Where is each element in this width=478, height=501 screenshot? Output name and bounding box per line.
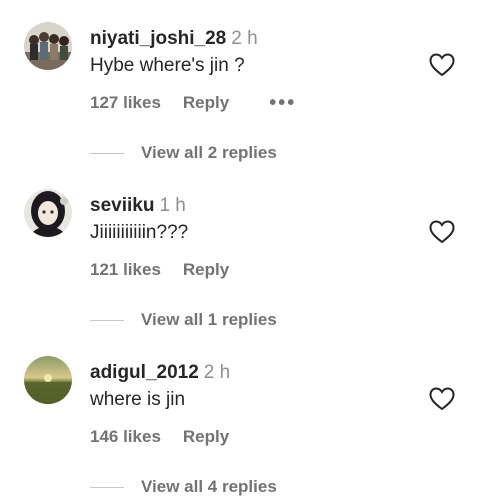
reply-button[interactable]: Reply [183,427,229,447]
view-replies-button[interactable]: View all 1 replies [90,310,277,330]
heart-outline-icon[interactable] [429,53,455,77]
comment-item: adigul_2012 2 h where is jin 146 likes Re… [0,334,478,501]
view-replies-button[interactable]: View all 2 replies [90,143,277,163]
replies-divider [90,486,124,488]
comment-meta: 127 likes Reply ••• [90,93,296,113]
username-text[interactable]: seviiku [90,195,154,216]
comment-username[interactable]: niyati_joshi_28 2 h [90,28,258,50]
likes-count[interactable]: 127 likes [90,93,161,113]
comment-text: where is jin [90,389,186,410]
username-text[interactable]: niyati_joshi_28 [90,28,226,49]
comment-username[interactable]: adigul_2012 2 h [90,362,230,384]
view-replies-label[interactable]: View all 2 replies [141,143,277,163]
comment-time: 2 h [203,362,231,383]
heart-outline-icon[interactable] [429,387,455,411]
group-photo-avatar[interactable] [24,22,72,70]
view-replies-label[interactable]: View all 4 replies [141,477,277,497]
reply-button[interactable]: Reply [183,260,229,280]
comment-text: Hybe where's jin ? [90,55,245,76]
comment-meta: 146 likes Reply [90,427,229,447]
comment-time: 1 h [159,195,186,216]
comment-username[interactable]: seviiku 1 h [90,195,186,217]
comment-meta: 121 likes Reply [90,260,229,280]
view-replies-button[interactable]: View all 4 replies [90,477,277,497]
more-options-icon[interactable]: ••• [269,93,296,113]
heart-outline-icon[interactable] [429,220,455,244]
anime-girl-avatar[interactable] [24,189,72,237]
likes-count[interactable]: 121 likes [90,260,161,280]
comment-text: Jiiiiiiiiiiin??? [90,222,189,243]
view-replies-label[interactable]: View all 1 replies [141,310,277,330]
comment-item: niyati_joshi_28 2 h Hybe where's jin ? 12… [0,0,478,167]
comment-item: seviiku 1 h Jiiiiiiiiiiin??? 121 likes Re… [0,167,478,334]
replies-divider [90,319,124,321]
landscape-avatar[interactable] [24,356,72,404]
replies-divider [90,152,124,154]
likes-count[interactable]: 146 likes [90,427,161,447]
username-text[interactable]: adigul_2012 [90,362,199,383]
comment-time: 2 h [231,28,258,49]
reply-button[interactable]: Reply [183,93,229,113]
